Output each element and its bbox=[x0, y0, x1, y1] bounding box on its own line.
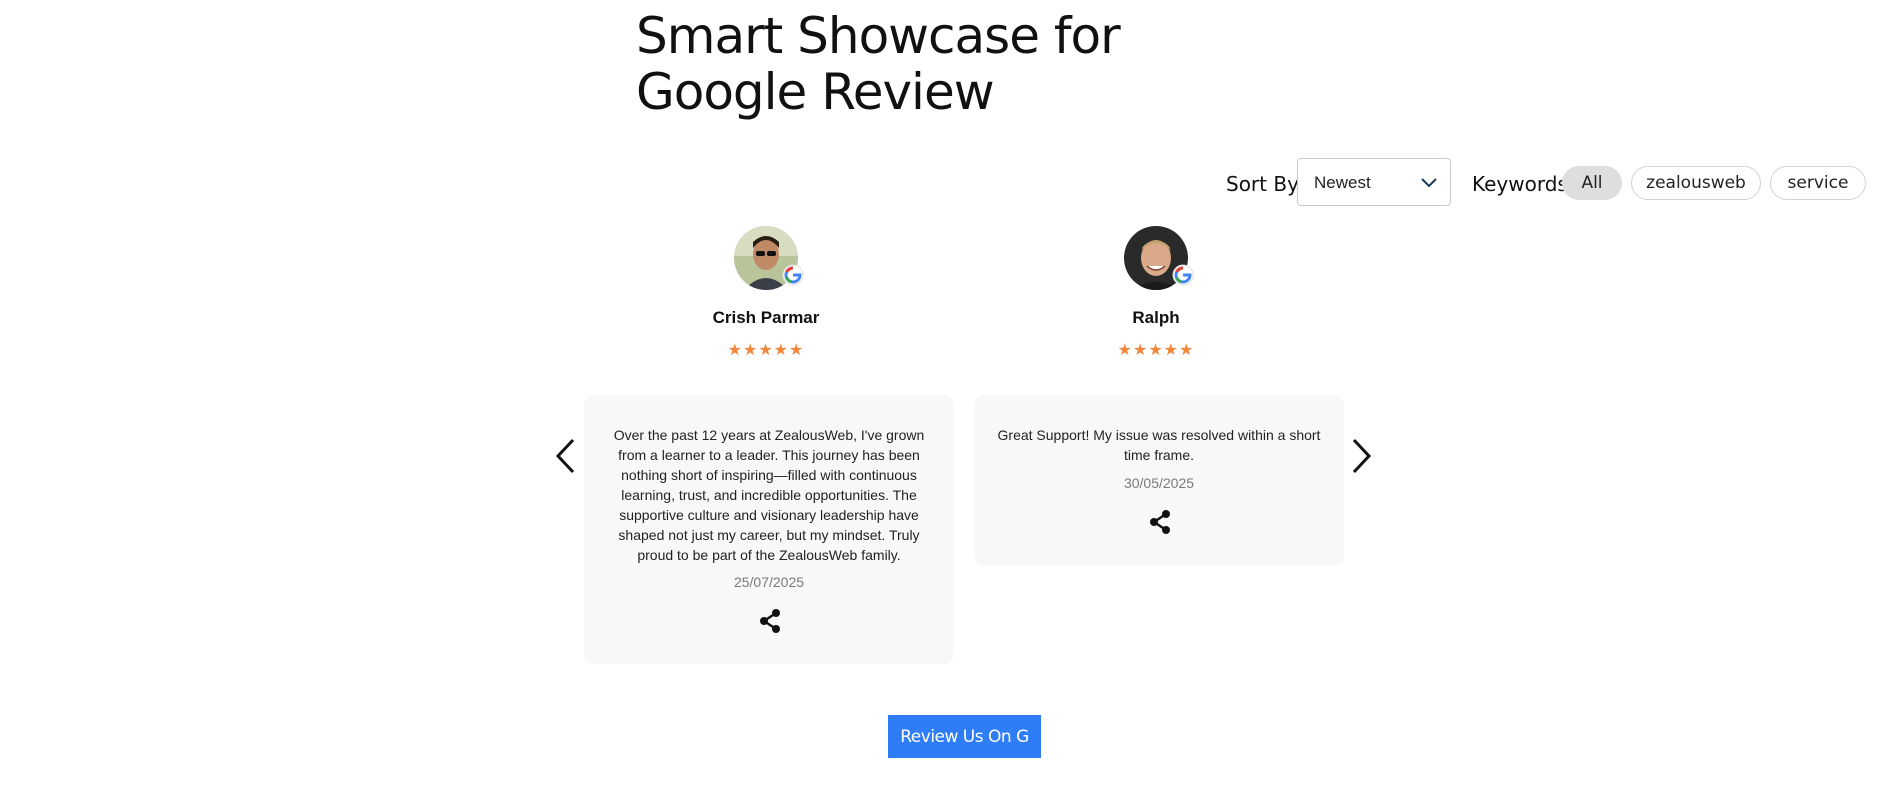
chevron-left-icon[interactable] bbox=[552, 434, 578, 478]
review-date: 30/05/2025 bbox=[1123, 475, 1195, 491]
page-title-line-1: Smart Showcase for bbox=[636, 7, 1121, 65]
reviewer-avatar bbox=[1124, 226, 1194, 290]
reviewer-name: Ralph bbox=[1132, 308, 1180, 327]
keyword-chip-service[interactable]: service bbox=[1770, 166, 1866, 200]
keyword-chip-zealousweb[interactable]: zealousweb bbox=[1631, 166, 1761, 200]
reviewer-avatar bbox=[734, 226, 804, 290]
share-icon[interactable] bbox=[1147, 509, 1173, 535]
chevron-down-icon bbox=[1421, 178, 1437, 188]
page-title: Smart Showcase for Google Review bbox=[636, 7, 1121, 121]
review-us-button[interactable]: Review Us On G bbox=[888, 715, 1041, 758]
google-icon bbox=[782, 264, 804, 286]
google-icon bbox=[1172, 264, 1194, 286]
keyword-chip-all[interactable]: All bbox=[1562, 166, 1622, 200]
sort-select[interactable]: Newest bbox=[1297, 158, 1451, 206]
page-title-line-2: Google Review bbox=[636, 63, 995, 121]
star-rating: ★★★★★ bbox=[727, 342, 805, 359]
review-card: Over the past 12 years at ZealousWeb, I'… bbox=[584, 395, 954, 664]
share-icon[interactable] bbox=[757, 608, 783, 634]
review-date: 25/07/2025 bbox=[733, 574, 805, 590]
star-rating: ★★★★★ bbox=[1117, 342, 1195, 359]
review-card: Great Support! My issue was resolved wit… bbox=[974, 395, 1344, 566]
chevron-right-icon[interactable] bbox=[1349, 434, 1375, 478]
review-text: Over the past 12 years at ZealousWeb, I'… bbox=[613, 427, 925, 563]
keywords-label: Keywords bbox=[1472, 172, 1568, 196]
sort-by-label: Sort By bbox=[1226, 172, 1299, 196]
review-text: Great Support! My issue was resolved wit… bbox=[997, 427, 1321, 463]
sort-select-value: Newest bbox=[1314, 173, 1371, 192]
reviewer-name: Crish Parmar bbox=[712, 308, 820, 327]
